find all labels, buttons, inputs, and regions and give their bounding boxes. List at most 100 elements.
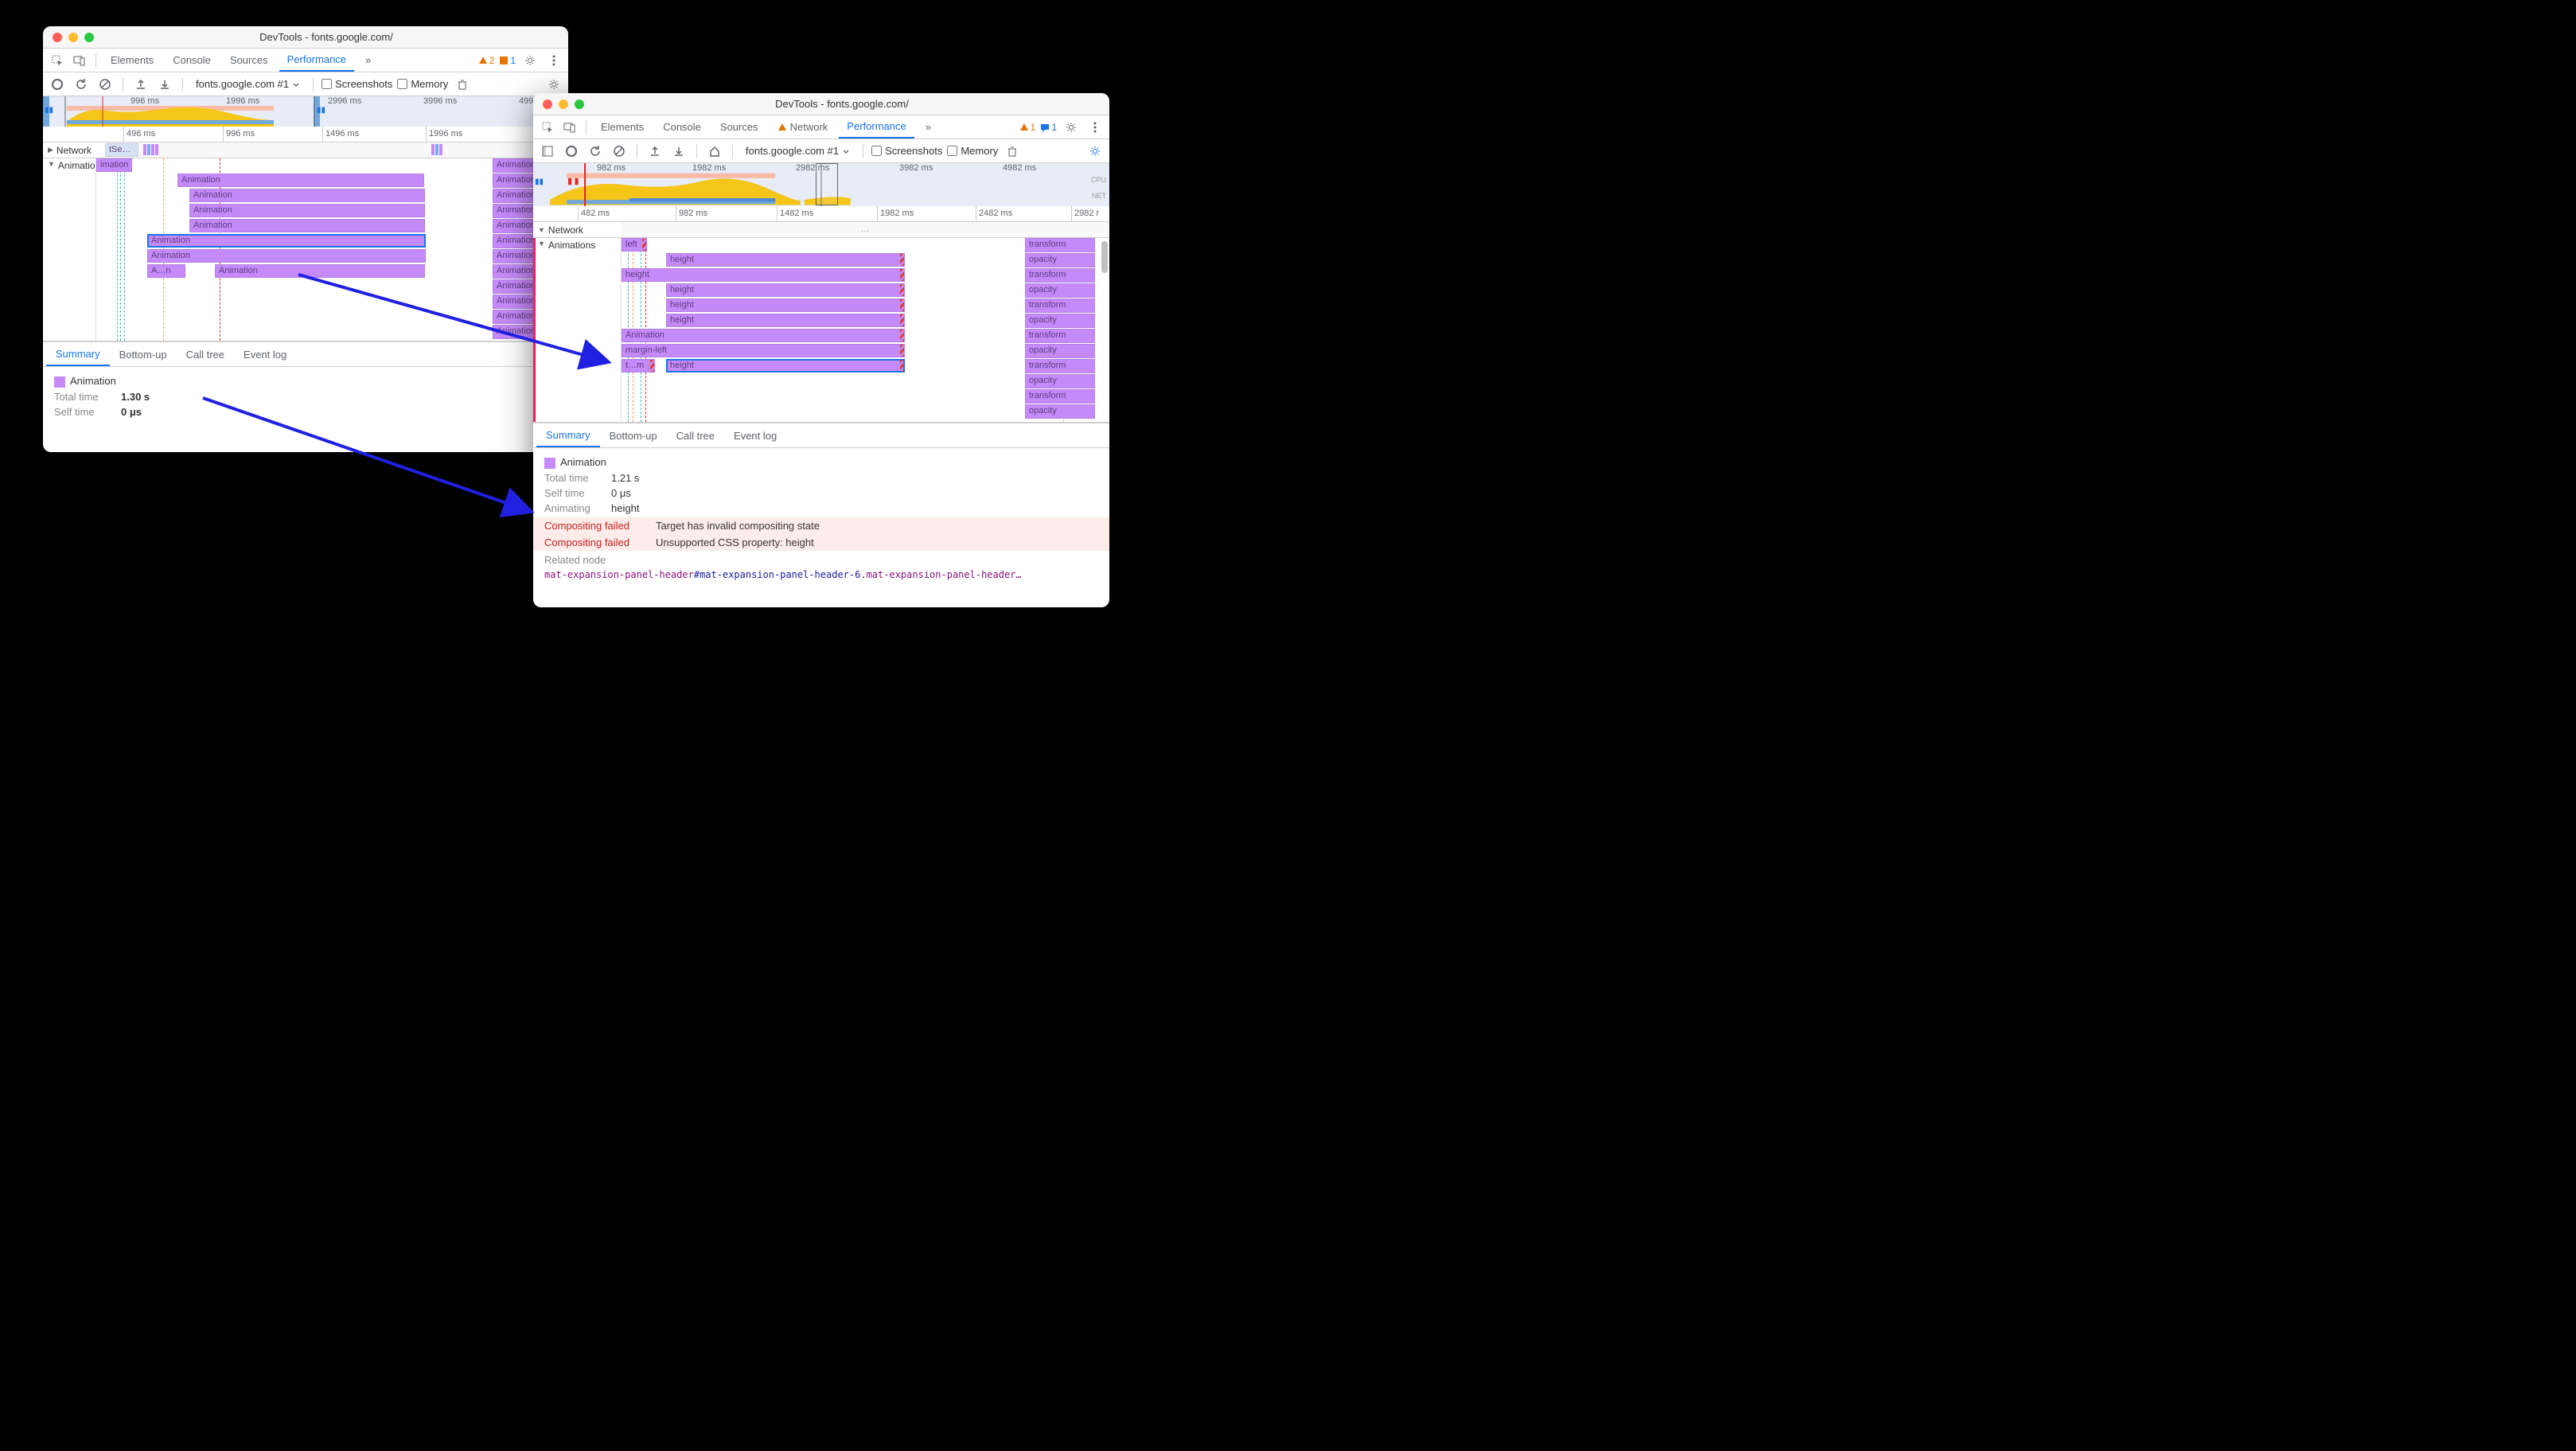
disclosure-icon[interactable]: ▶ xyxy=(48,146,53,154)
related-node[interactable]: mat-expansion-panel-header#mat-expansion… xyxy=(544,569,1098,580)
disclosure-icon[interactable]: ▼ xyxy=(48,160,55,168)
flame-bar[interactable]: Animation xyxy=(622,329,905,342)
close-icon[interactable] xyxy=(53,33,62,42)
flame-bar-side[interactable]: opacity xyxy=(1025,404,1095,419)
flame-bar[interactable]: height xyxy=(666,253,905,267)
recording-select[interactable]: fonts.google.com #1 xyxy=(191,78,305,90)
flame-bar-side[interactable]: opacity xyxy=(1025,283,1095,298)
warnings-badge[interactable]: 2 xyxy=(478,55,495,66)
tab-calltree[interactable]: Call tree xyxy=(177,342,234,366)
device-toolbar-icon[interactable] xyxy=(560,118,579,137)
more-icon[interactable] xyxy=(1085,118,1105,137)
upload-icon[interactable] xyxy=(645,142,664,161)
tab-bottomup[interactable]: Bottom-up xyxy=(600,423,667,447)
flame-bar-side[interactable]: transform xyxy=(1025,238,1095,252)
upload-icon[interactable] xyxy=(131,75,150,94)
flame-bar[interactable]: height xyxy=(622,268,905,282)
messages-badge[interactable]: 1 xyxy=(1040,122,1057,133)
tab-eventlog[interactable]: Event log xyxy=(724,423,786,447)
flame-bar-side[interactable]: transform xyxy=(1025,359,1095,373)
more-icon[interactable] xyxy=(544,51,563,70)
flame-bar[interactable]: left xyxy=(622,238,647,252)
pause-icon[interactable]: ▮▮ xyxy=(317,106,325,115)
panel-settings-icon[interactable] xyxy=(544,75,563,94)
tab-sources[interactable]: Sources xyxy=(222,49,276,72)
reload-button[interactable] xyxy=(586,142,605,161)
reload-button[interactable] xyxy=(72,75,91,94)
pause-icon[interactable]: ▮▮ xyxy=(535,177,544,186)
flame-bar[interactable]: Animation xyxy=(215,264,425,278)
overview-minimap[interactable]: ▮▮ ▮▮ 996 ms 1996 ms 2996 ms 3996 ms 499… xyxy=(43,96,568,127)
clear-button[interactable] xyxy=(610,142,629,161)
tab-network[interactable]: Network xyxy=(770,115,836,138)
recording-select[interactable]: fonts.google.com #1 xyxy=(741,145,855,157)
flame-bar-side[interactable]: opacity xyxy=(1025,314,1095,328)
tab-performance[interactable]: Performance xyxy=(279,49,354,72)
flame-bar[interactable]: t…m xyxy=(622,359,655,373)
tab-summary[interactable]: Summary xyxy=(46,342,110,366)
flame-bar-side[interactable]: transform xyxy=(1025,268,1095,283)
tab-calltree[interactable]: Call tree xyxy=(667,423,724,447)
flame-bar-anim[interactable]: imation xyxy=(96,158,132,172)
screenshots-checkbox[interactable]: Screenshots xyxy=(871,145,942,157)
record-button[interactable] xyxy=(48,75,67,94)
tab-more[interactable]: » xyxy=(918,115,939,138)
time-ruler[interactable]: 496 ms 996 ms 1496 ms 1996 ms 249 xyxy=(43,127,568,142)
tab-elements[interactable]: Elements xyxy=(593,115,652,138)
screenshots-checkbox[interactable]: Screenshots xyxy=(322,78,392,90)
close-icon[interactable] xyxy=(543,99,552,109)
flame-bar[interactable]: height xyxy=(666,359,905,373)
settings-icon[interactable] xyxy=(520,51,540,70)
flame-bar-side[interactable]: transform xyxy=(1025,298,1095,313)
flame-bar[interactable]: margin-left xyxy=(622,344,905,357)
titlebar[interactable]: DevTools - fonts.google.com/ xyxy=(533,93,1109,115)
time-ruler[interactable]: 482 ms 982 ms 1482 ms 1982 ms 2482 ms 29… xyxy=(533,206,1109,222)
flame-bar[interactable]: Animation xyxy=(147,234,426,248)
flame-bar[interactable]: Animation xyxy=(177,174,424,187)
maximize-icon[interactable] xyxy=(575,99,584,109)
flame-bar-side[interactable]: opacity xyxy=(1025,374,1095,388)
record-button[interactable] xyxy=(562,142,581,161)
flame-bar[interactable]: height xyxy=(666,314,905,327)
flame-bar-side[interactable]: transform xyxy=(1025,389,1095,404)
tab-summary[interactable]: Summary xyxy=(536,423,600,447)
warnings-badge[interactable]: 1 xyxy=(1019,122,1036,133)
home-icon[interactable] xyxy=(705,142,724,161)
memory-checkbox[interactable]: Memory xyxy=(397,78,448,90)
minimize-icon[interactable] xyxy=(559,99,568,109)
tab-performance[interactable]: Performance xyxy=(839,115,914,138)
tab-sources[interactable]: Sources xyxy=(712,115,766,138)
minimize-icon[interactable] xyxy=(68,33,78,42)
garbage-collect-icon[interactable] xyxy=(1003,142,1022,161)
issues-badge[interactable]: 1 xyxy=(499,55,516,66)
tab-eventlog[interactable]: Event log xyxy=(234,342,296,366)
maximize-icon[interactable] xyxy=(84,33,94,42)
settings-icon[interactable] xyxy=(1062,118,1081,137)
inspect-icon[interactable] xyxy=(538,118,557,137)
flame-bar-side[interactable]: transform xyxy=(1025,329,1095,343)
garbage-collect-icon[interactable] xyxy=(453,75,472,94)
flame-bar[interactable]: Animation xyxy=(189,219,425,232)
flame-bar[interactable]: Animation xyxy=(189,204,425,217)
scrollbar[interactable] xyxy=(1101,238,1108,422)
tab-console[interactable]: Console xyxy=(165,49,219,72)
tab-console[interactable]: Console xyxy=(655,115,709,138)
disclosure-icon[interactable]: ▼ xyxy=(538,240,545,248)
panel-settings-icon[interactable] xyxy=(1085,142,1105,161)
titlebar[interactable]: DevTools - fonts.google.com/ xyxy=(43,26,568,49)
memory-checkbox[interactable]: Memory xyxy=(947,145,998,157)
device-toolbar-icon[interactable] xyxy=(70,51,89,70)
pause-icon[interactable]: ▮▮ xyxy=(45,106,53,115)
network-chip[interactable]: tSe… xyxy=(105,143,138,157)
flame-bar-side[interactable]: opacity xyxy=(1025,344,1095,358)
dock-icon[interactable] xyxy=(538,142,557,161)
tab-bottomup[interactable]: Bottom-up xyxy=(110,342,177,366)
disclosure-icon[interactable]: ▼ xyxy=(538,226,545,234)
inspect-icon[interactable] xyxy=(48,51,67,70)
flame-bar[interactable]: Animation xyxy=(147,249,426,263)
flame-bar[interactable]: A…n xyxy=(147,264,185,278)
flame-bar[interactable]: height xyxy=(666,283,905,297)
flame-bar[interactable]: height xyxy=(666,298,905,312)
clear-button[interactable] xyxy=(95,75,115,94)
tab-more[interactable]: » xyxy=(357,49,379,72)
